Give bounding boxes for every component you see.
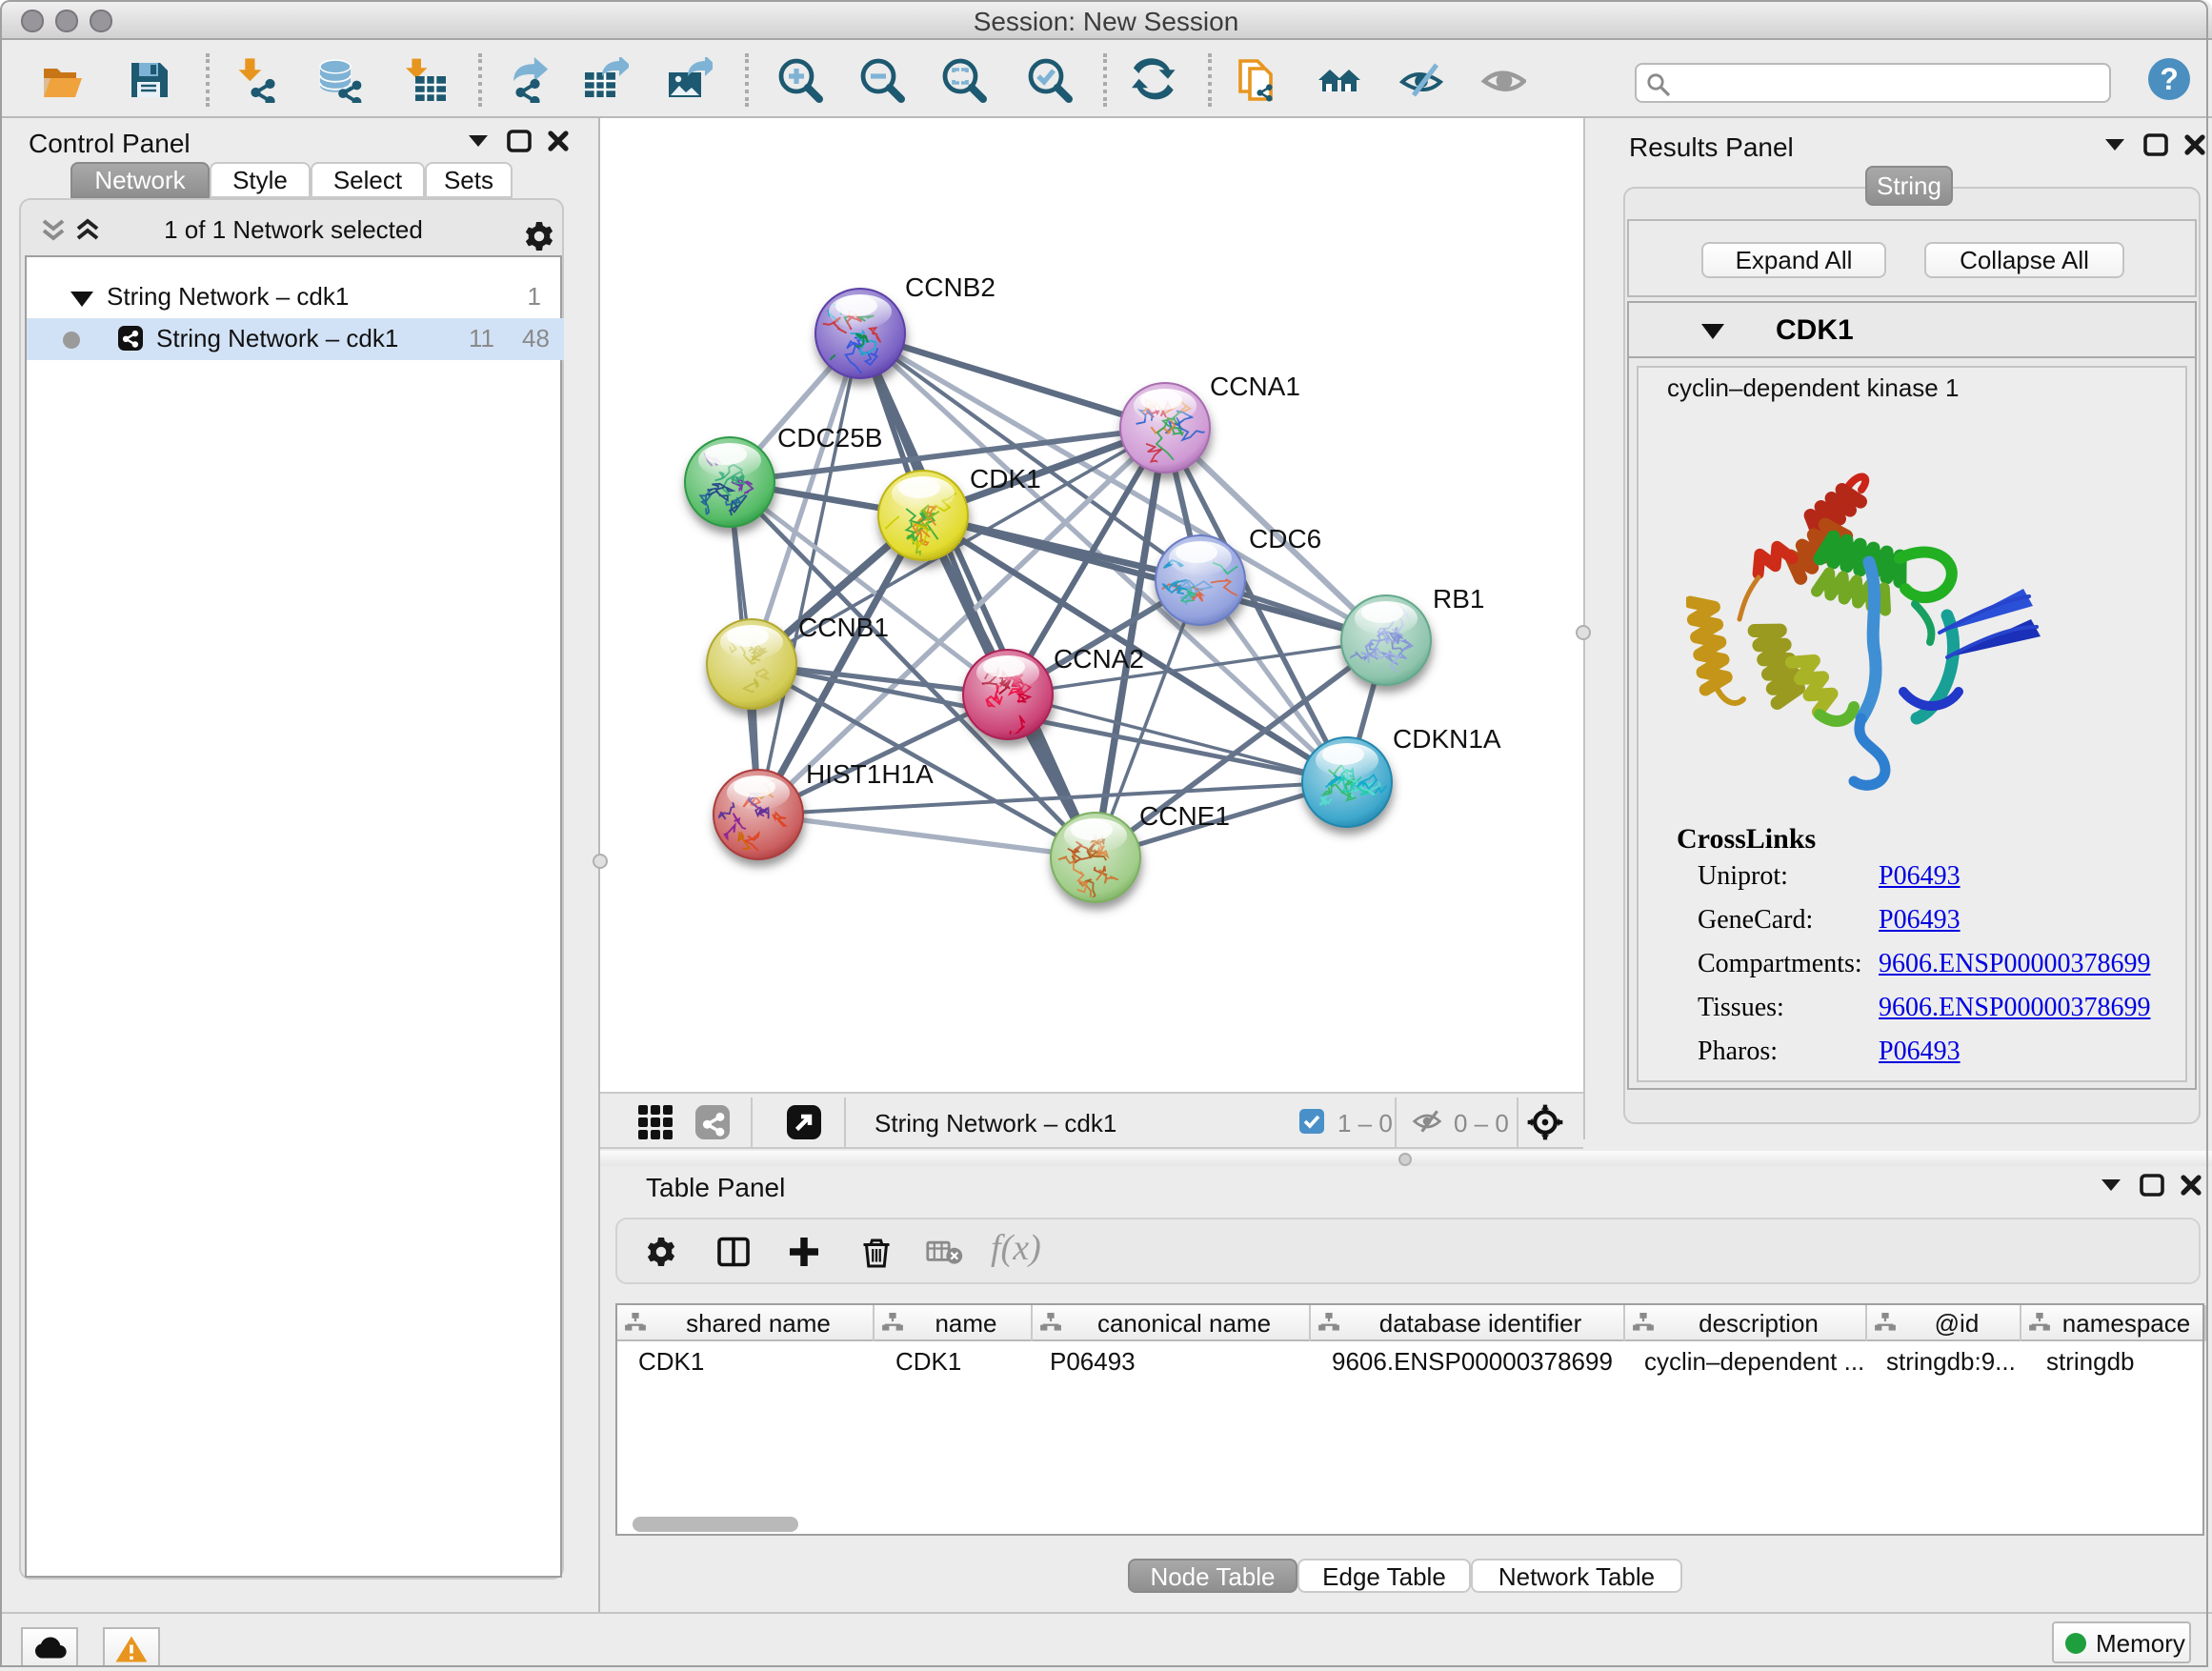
svg-text:CCNB2: CCNB2 bbox=[905, 272, 995, 302]
svg-text:CCNA1: CCNA1 bbox=[1210, 372, 1300, 401]
svg-text:CDKN1A: CDKN1A bbox=[1393, 724, 1501, 754]
svg-text:CCNE1: CCNE1 bbox=[1139, 801, 1230, 831]
svg-text:CDC6: CDC6 bbox=[1249, 524, 1321, 554]
svg-text:CCNA2: CCNA2 bbox=[1054, 644, 1144, 674]
svg-text:CCNB1: CCNB1 bbox=[798, 613, 889, 642]
svg-text:HIST1H1A: HIST1H1A bbox=[806, 759, 934, 789]
svg-text:CDK1: CDK1 bbox=[970, 464, 1041, 493]
svg-text:CDC25B: CDC25B bbox=[777, 423, 882, 453]
svg-text:?: ? bbox=[2160, 62, 2179, 96]
svg-text:RB1: RB1 bbox=[1433, 584, 1484, 614]
